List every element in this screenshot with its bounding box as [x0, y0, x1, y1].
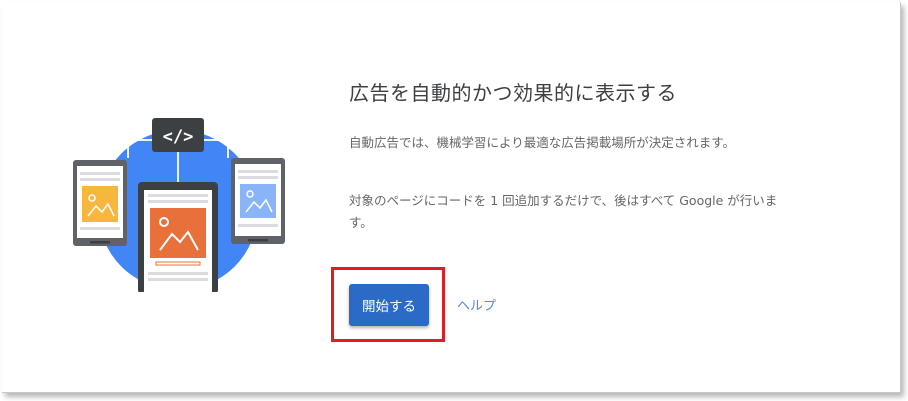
- right-phone-icon: [231, 158, 285, 244]
- auto-ads-card: </> 広告を自動的かつ効果的に表示する 自動広告では、機械学習により最適な広告…: [2, 2, 901, 393]
- left-phone-icon: [73, 160, 127, 246]
- start-button[interactable]: 開始する: [349, 284, 429, 326]
- code-icon: </>: [152, 118, 204, 152]
- description-text-2: 対象のページにコードを 1 回追加するだけで、後はすべて Google が行いま…: [349, 193, 778, 230]
- center-tablet-icon: [138, 182, 218, 292]
- help-link[interactable]: ヘルプ: [457, 295, 496, 314]
- description-text-1: 自動広告では、機械学習により最適な広告掲載場所が決定されます。: [349, 135, 736, 150]
- code-tag-text: </>: [163, 127, 194, 147]
- devices-illustration: </>: [73, 118, 285, 292]
- page-title: 広告を自動的かつ効果的に表示する: [349, 81, 677, 105]
